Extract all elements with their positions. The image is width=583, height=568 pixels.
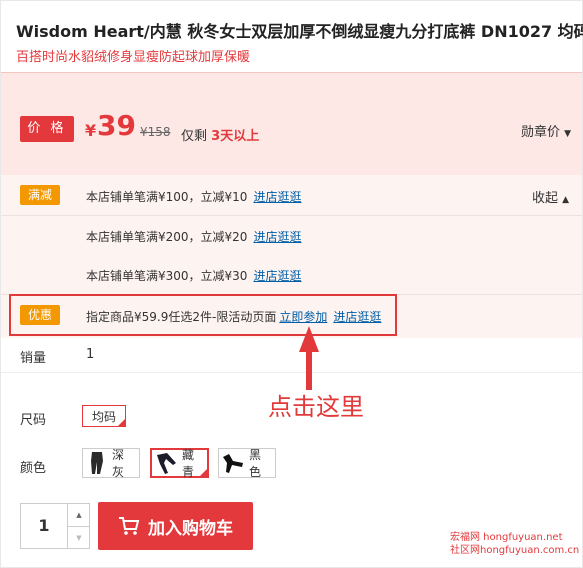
leggings-thumbnail-icon: [154, 451, 178, 475]
current-price: 39: [97, 109, 136, 142]
visit-shop-link[interactable]: 进店逛逛: [253, 190, 301, 204]
medal-price-label: 勋章价: [521, 125, 561, 140]
leggings-thumbnail-icon: [85, 451, 108, 475]
medal-price-dropdown[interactable]: 勋章价 ▼: [521, 121, 571, 140]
sales-value: 1: [86, 347, 95, 362]
product-subtitle: 百搭时尚水貂绒修身显瘦防起球加厚保暖: [16, 50, 251, 65]
manjian-text: 本店铺单笔满¥300，立减¥30: [86, 269, 248, 283]
leggings-thumbnail-icon: [221, 451, 245, 475]
manjian-text: 本店铺单笔满¥100，立减¥10: [86, 190, 248, 204]
caret-up-icon: ▲: [562, 195, 570, 205]
divider: [1, 215, 582, 216]
watermark-line: 社区网hongfuyuan.com.cn: [450, 545, 580, 556]
manjian-badge: 满减: [20, 185, 60, 205]
color-option-label: 黑色: [249, 448, 262, 479]
size-label: 尺码: [20, 413, 47, 428]
price-area: 价 格 ¥ 39 ¥158 仅剩 3天以上 勋章价 ▼: [1, 72, 582, 176]
cart-icon: [119, 517, 140, 535]
selected-corner-icon: [199, 468, 208, 477]
watermark-line: 宏福网 hongfuyuan.net: [450, 532, 563, 543]
visit-shop-link[interactable]: 进店逛逛: [253, 269, 301, 283]
sales-label: 销量: [20, 351, 47, 366]
manjian-item: 本店铺单笔满¥200，立减¥20 进店逛逛: [86, 228, 301, 245]
color-label: 颜色: [20, 461, 47, 476]
visit-shop-link[interactable]: 进店逛逛: [253, 230, 301, 244]
original-price: ¥158: [140, 125, 171, 139]
quantity-input[interactable]: 1: [21, 504, 67, 548]
color-option-black[interactable]: 黑色: [218, 448, 276, 479]
currency-symbol: ¥: [85, 121, 97, 140]
add-to-cart-label: 加入购物车: [148, 518, 233, 539]
caret-down-icon: ▼: [564, 129, 572, 139]
remain-prefix: 仅剩: [181, 129, 208, 144]
size-option-label: 均码: [91, 410, 116, 424]
collapse-toggle[interactable]: 收起 ▲: [532, 187, 569, 206]
caret-up-icon: ▲: [76, 511, 82, 519]
size-option[interactable]: 均码: [82, 405, 126, 427]
color-option-navy[interactable]: 藏青: [150, 448, 209, 479]
product-title: Wisdom Heart/内慧 秋冬女士双层加厚不倒绒显瘦九分打底裤 DN102…: [16, 22, 583, 41]
selected-corner-icon: [117, 418, 126, 427]
add-to-cart-button[interactable]: 加入购物车: [98, 502, 253, 550]
caret-down-icon: ▼: [76, 534, 82, 542]
price-label: 价 格: [20, 116, 74, 142]
divider: [1, 372, 582, 373]
manjian-item: 本店铺单笔满¥100，立减¥10 进店逛逛: [86, 188, 301, 205]
manjian-text: 本店铺单笔满¥200，立减¥20: [86, 230, 248, 244]
annotation-arrow-icon: [299, 326, 319, 390]
highlight-box: [9, 294, 397, 336]
collapse-label: 收起: [532, 191, 559, 206]
quantity-buttons: ▲ ▼: [67, 504, 90, 548]
annotation-text: 点击这里: [268, 393, 364, 421]
increase-button[interactable]: ▲: [68, 504, 90, 527]
color-option-label: 深灰: [112, 448, 125, 479]
remain-value: 3天以上: [211, 129, 260, 144]
remaining-time: 仅剩 3天以上: [181, 125, 259, 144]
manjian-item: 本店铺单笔满¥300，立减¥30 进店逛逛: [86, 267, 301, 284]
quantity-stepper: 1 ▲ ▼: [20, 503, 90, 549]
decrease-button[interactable]: ▼: [68, 527, 90, 549]
watermark: 宏福网 hongfuyuan.net 社区网hongfuyuan.com.cn: [450, 531, 579, 557]
color-option-dark-gray[interactable]: 深灰: [82, 448, 140, 479]
